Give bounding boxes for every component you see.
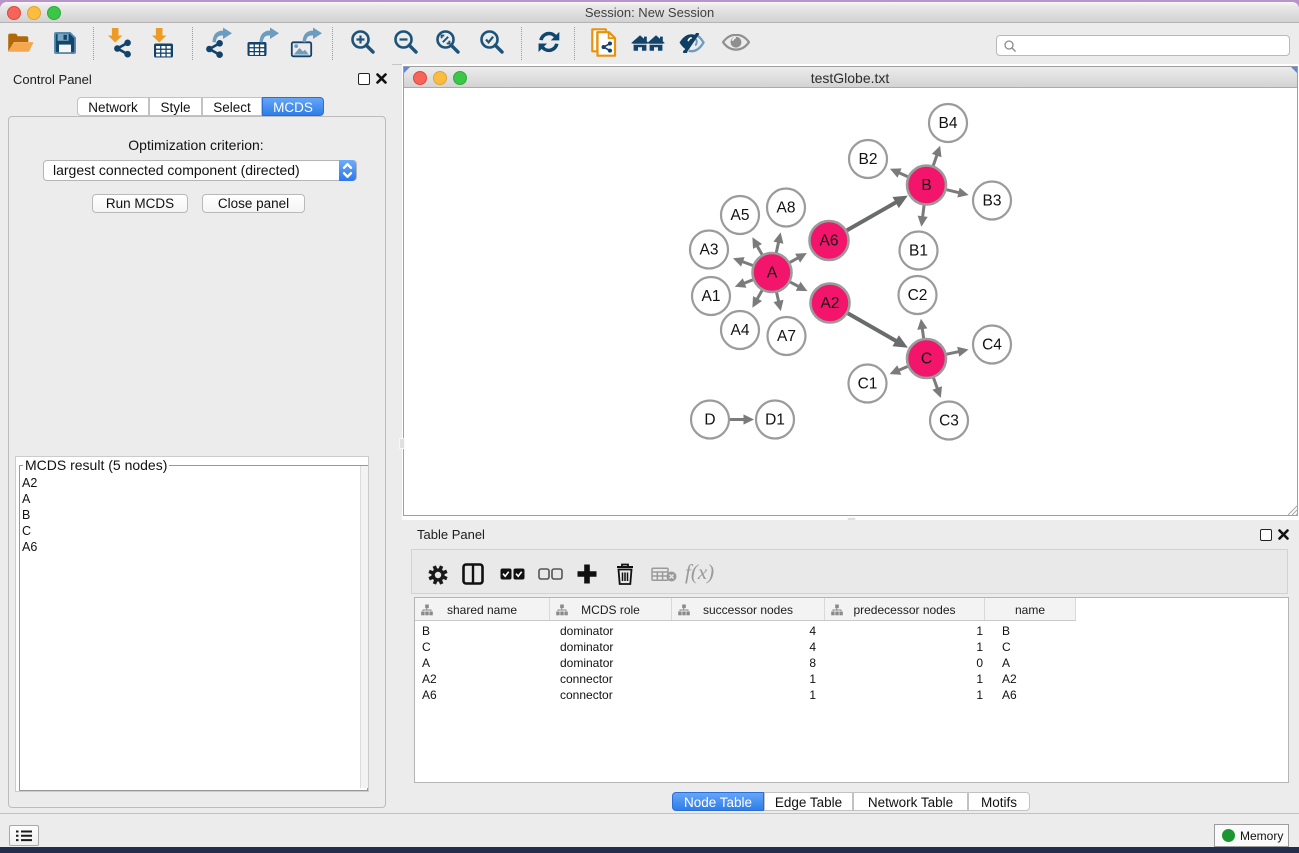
svg-text:B2: B2 [858,151,877,168]
svg-text:D: D [704,411,715,428]
svg-text:B: B [921,177,931,194]
svg-text:A8: A8 [776,199,795,216]
svg-text:A: A [766,264,777,281]
svg-text:C4: C4 [982,336,1002,353]
svg-text:A3: A3 [699,241,718,258]
svg-text:C3: C3 [939,412,959,429]
svg-text:A1: A1 [701,288,720,305]
svg-text:A5: A5 [730,207,749,224]
svg-text:B3: B3 [982,192,1001,209]
svg-text:C: C [920,350,931,367]
svg-text:C2: C2 [907,287,927,304]
svg-text:A4: A4 [730,322,749,339]
svg-text:A6: A6 [819,232,838,249]
svg-text:B1: B1 [909,242,928,259]
svg-text:A7: A7 [777,328,796,345]
svg-text:A2: A2 [820,295,839,312]
svg-text:C1: C1 [857,375,877,392]
svg-text:B4: B4 [938,115,957,132]
svg-text:D1: D1 [765,411,785,428]
